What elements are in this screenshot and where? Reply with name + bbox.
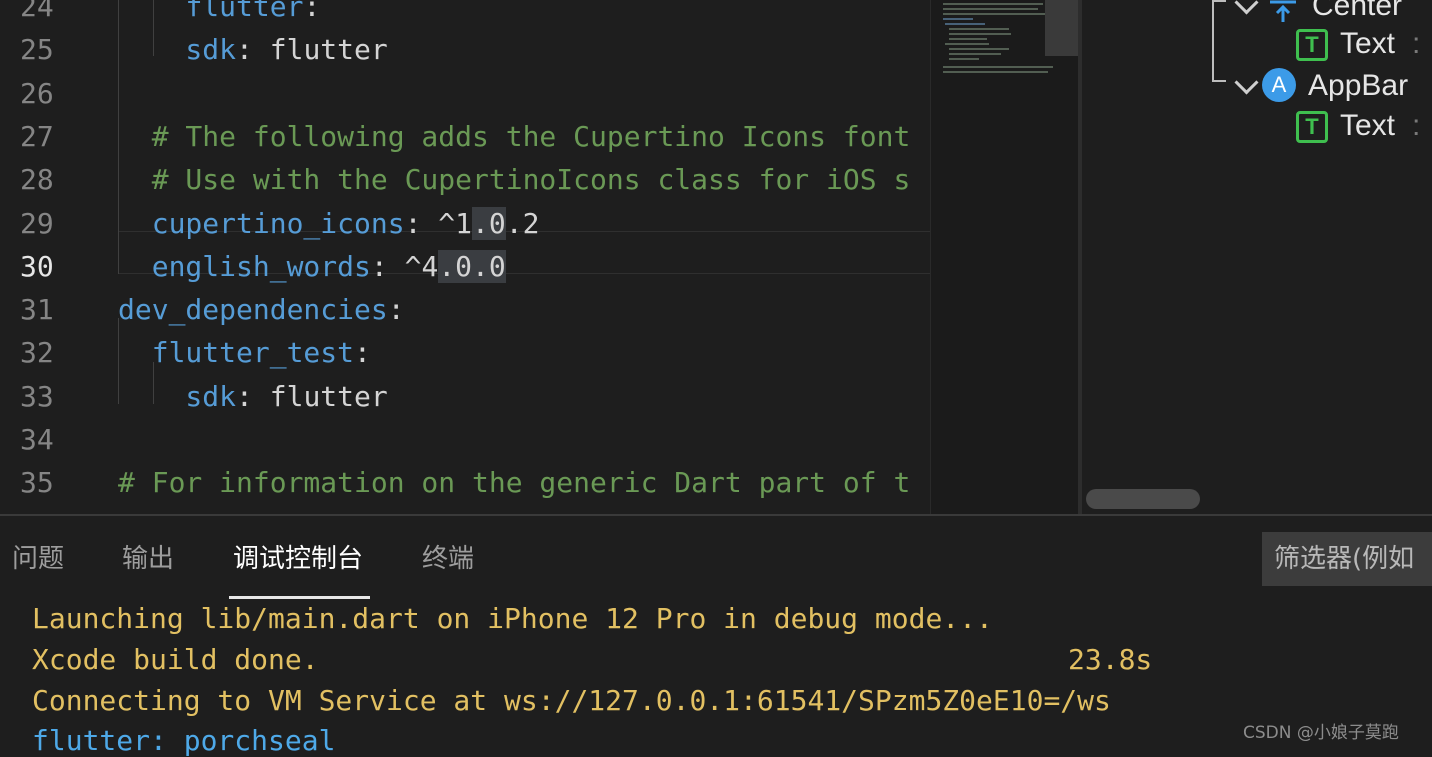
line-number: 32 (20, 336, 54, 370)
code-line[interactable]: 35 # For information on the generic Dart … (0, 461, 930, 504)
line-number: 27 (20, 119, 54, 153)
code-text: flutter_test: (118, 336, 371, 370)
code-text: sdk: flutter (118, 33, 388, 67)
code-line[interactable]: 30 english_words: ^4.0.0 (0, 245, 930, 288)
tree-item-label: Center (1312, 0, 1403, 22)
tree-guide (1212, 0, 1226, 2)
widget-inspector-tree[interactable]: Center T Text : A AppBar T Text : (1082, 0, 1432, 514)
code-text: sdk: flutter (118, 379, 388, 413)
code-editor[interactable]: 24 flutter: 25 sdk: flutter 26 27 # The fol… (0, 0, 930, 514)
console-line: Connecting to VM Service at ws://127.0.0… (32, 684, 1111, 717)
code-text: # For information on the generic Dart pa… (118, 466, 911, 500)
line-number: 30 (20, 249, 54, 283)
code-line[interactable]: 32 flutter_test: (0, 331, 930, 374)
filter-input[interactable]: 筛选器(例如 (1262, 532, 1432, 586)
code-text: flutter: (185, 0, 321, 23)
horizontal-scrollbar[interactable] (1086, 489, 1200, 509)
console-line: Xcode build done. (32, 643, 319, 676)
tree-item-label: Text (1340, 27, 1396, 60)
code-line[interactable]: 27 # The following adds the Cupertino Ic… (0, 115, 930, 158)
minimap[interactable] (930, 0, 1081, 514)
code-line[interactable]: 34 (0, 418, 930, 461)
tab-terminal[interactable]: 终端 (422, 516, 474, 600)
line-number: 29 (20, 206, 54, 240)
line-number: 24 (20, 0, 54, 23)
tree-item-label: Text (1340, 109, 1396, 142)
bottom-panel: 问题 输出 调试控制台 终端 筛选器(例如 Launching lib/main… (0, 514, 1432, 757)
minimap-slider[interactable] (1045, 0, 1079, 56)
code-line[interactable]: 26 (0, 72, 930, 115)
tree-guide (1212, 0, 1214, 80)
code-text: # following page: https://dart.dev/tools… (118, 505, 910, 514)
tree-item-suffix: : (1412, 109, 1421, 142)
line-number: 28 (20, 163, 54, 197)
text-widget-icon: T (1296, 29, 1328, 61)
line-number: 36 (20, 505, 80, 514)
code-text: english_words: ^4.0.0 (118, 249, 506, 283)
line-number: 31 (20, 293, 54, 327)
console-line: flutter: porchseal (32, 724, 336, 757)
code-text: # The following adds the Cupertino Icons… (118, 119, 911, 153)
active-tab-indicator (229, 596, 370, 599)
text-widget-icon: T (1296, 111, 1328, 143)
tree-item-label: AppBar (1308, 69, 1409, 102)
console-line: Launching lib/main.dart on iPhone 12 Pro… (32, 602, 993, 635)
code-text: dev_dependencies: (118, 293, 405, 327)
appbar-widget-icon: A (1262, 68, 1296, 102)
chevron-down-icon[interactable] (1234, 70, 1259, 95)
tab-problems[interactable]: 问题 (12, 516, 64, 600)
tree-item-suffix: : (1412, 27, 1421, 60)
code-text: # Use with the CupertinoIcons class for … (118, 163, 911, 197)
chevron-down-icon[interactable] (1234, 0, 1259, 15)
watermark: CSDN @小娘子莫跑 (1243, 723, 1399, 743)
code-line[interactable]: 24 flutter: (0, 0, 930, 28)
code-line[interactable]: 31 dev_dependencies: (0, 288, 930, 331)
line-number: 26 (20, 76, 54, 110)
line-number: 25 (20, 33, 54, 67)
build-time: 23.8s (1068, 643, 1153, 676)
tab-output[interactable]: 输出 (122, 516, 174, 600)
line-number: 33 (20, 379, 54, 413)
code-line[interactable]: 25 sdk: flutter (0, 28, 930, 71)
code-line[interactable]: 33 sdk: flutter (0, 375, 930, 418)
tab-debug-console[interactable]: 调试控制台 (233, 516, 363, 600)
code-line[interactable]: 36 # following page: https://dart.dev/too… (0, 505, 930, 514)
line-number: 35 (20, 466, 54, 500)
code-text: cupertino_icons: ^1.0.2 (118, 206, 540, 240)
center-icon (1268, 0, 1298, 24)
code-line[interactable]: 28 # Use with the CupertinoIcons class f… (0, 158, 930, 201)
line-number: 34 (20, 423, 54, 456)
tree-guide (1212, 80, 1226, 82)
code-line[interactable]: 29 cupertino_icons: ^1.0.2 (0, 202, 930, 245)
